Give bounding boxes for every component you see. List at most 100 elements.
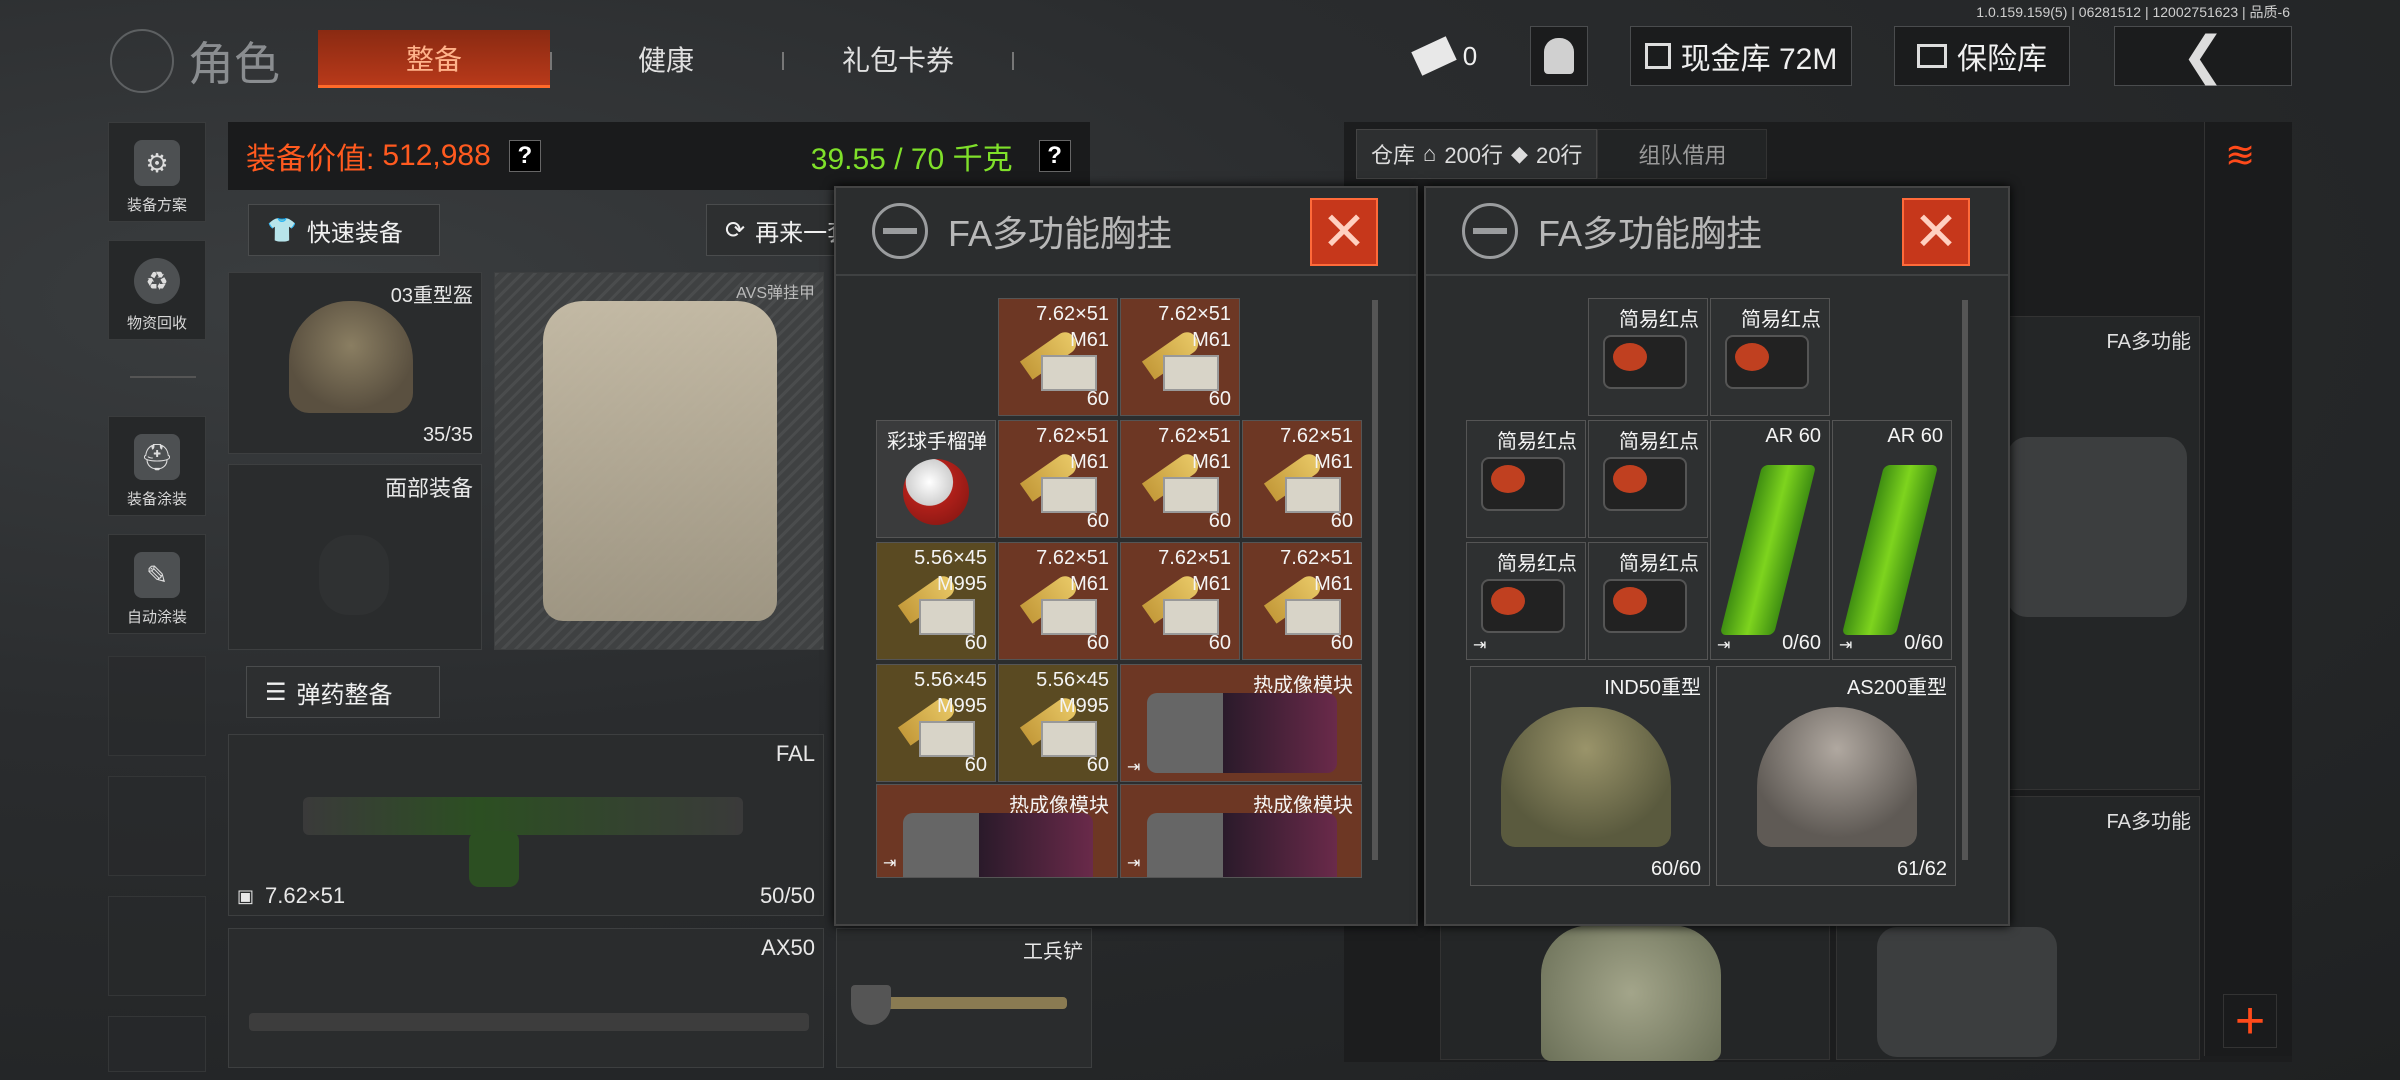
tab-health[interactable]: 健康 bbox=[560, 30, 772, 88]
sidebar-item-auto-paint[interactable]: ✎ 自动涂装 bbox=[108, 534, 206, 634]
item-ammo[interactable]: 7.62×51 M61 60 bbox=[1120, 542, 1240, 660]
trader-button[interactable] bbox=[1530, 26, 1588, 86]
empty-slot bbox=[108, 776, 206, 876]
vest-image bbox=[1877, 927, 2057, 1057]
item-ammo[interactable]: 5.56×45 M995 60 bbox=[998, 664, 1118, 782]
item-red-dot-sight[interactable]: 简易红点 bbox=[1710, 298, 1830, 416]
item-ammo[interactable]: 5.56×45 M995 60 bbox=[876, 542, 996, 660]
unload-icon: ⇥ bbox=[883, 855, 897, 872]
sidebar-item-recycle[interactable]: ♻ 物资回收 bbox=[108, 240, 206, 340]
globe-icon bbox=[872, 203, 928, 259]
backpack-image bbox=[1541, 925, 1721, 1061]
close-button[interactable]: ✕ bbox=[1902, 198, 1970, 266]
item-red-dot-sight[interactable]: 简易红点 bbox=[1466, 420, 1586, 538]
tickets-counter[interactable]: 0 bbox=[1400, 26, 1492, 86]
close-button[interactable]: ✕ bbox=[1310, 198, 1378, 266]
empty-slot bbox=[108, 896, 206, 996]
item-ar-magazine[interactable]: AR 60 ⇥ 0/60 bbox=[1832, 420, 1952, 660]
page-title: 角色 bbox=[110, 28, 280, 94]
item-ammo[interactable]: 7.62×51 M61 60 bbox=[998, 542, 1118, 660]
chest-rig-pocket-right: FA多功能胸挂 ✕ 简易红点 简易红点 简易红点 简易红点 简易红点 ⇥ 简易红点… bbox=[1424, 186, 2010, 926]
weight-help-icon[interactable]: ? bbox=[1038, 140, 1071, 172]
unload-icon: ⇥ bbox=[1839, 637, 1853, 654]
magazine-image bbox=[1841, 465, 1939, 635]
item-ammo[interactable]: 7.62×51 M61 60 bbox=[998, 420, 1118, 538]
rifle-magazine-image bbox=[469, 831, 519, 887]
item-thermal-module[interactable]: 热成像模块 ⇥ bbox=[1120, 664, 1362, 782]
auto-paint-icon: ✎ bbox=[134, 552, 180, 598]
helmet-image bbox=[1501, 707, 1671, 847]
storage-item-backpack[interactable] bbox=[1440, 920, 1830, 1061]
ammo-box-image bbox=[1041, 721, 1097, 757]
ammo-restock-button[interactable]: ☰ 弹药整备 bbox=[246, 666, 440, 718]
face-slot[interactable]: 面部装备 bbox=[228, 464, 482, 650]
ammo-box-image bbox=[1285, 599, 1341, 635]
stack-refresh-icon[interactable]: ≋ bbox=[2225, 134, 2255, 176]
ammo-box-image bbox=[919, 599, 975, 635]
refresh-icon: ⟳ bbox=[725, 216, 746, 244]
item-thermal-module[interactable]: 热成像模块 ⇥ bbox=[876, 784, 1118, 878]
safe-vault-button[interactable]: 保险库 bbox=[1894, 26, 2070, 86]
back-arrow-icon: ❮ bbox=[2181, 27, 2225, 85]
item-red-dot-sight[interactable]: 简易红点 bbox=[1588, 298, 1708, 416]
red-dot-sight-image bbox=[1603, 335, 1687, 389]
tab-team-borrow[interactable]: 组队借用 bbox=[1597, 129, 1768, 179]
item-helmet-as200[interactable]: AS200重型 61/62 bbox=[1716, 666, 1956, 886]
melee-slot[interactable]: 工兵铲 bbox=[836, 928, 1092, 1068]
safe-icon bbox=[1917, 44, 1947, 68]
unload-icon: ⇥ bbox=[1717, 637, 1731, 654]
armor-image bbox=[543, 301, 777, 621]
tab-gift-coupons[interactable]: 礼包卡券 bbox=[792, 30, 1004, 88]
red-dot-sight-image bbox=[1603, 579, 1687, 633]
tab-warehouse[interactable]: 仓库 ⌂ 200行 ◆ 20行 bbox=[1356, 129, 1598, 179]
item-grenade[interactable]: 彩球手榴弹 bbox=[876, 420, 996, 538]
ammo-box-image bbox=[1041, 599, 1097, 635]
item-helmet-ind50[interactable]: IND50重型 60/60 bbox=[1470, 666, 1710, 886]
add-icon[interactable]: + bbox=[2223, 992, 2277, 1050]
red-dot-sight-image bbox=[1725, 335, 1809, 389]
ammo-box-image bbox=[1163, 355, 1219, 391]
item-red-dot-sight[interactable]: 简易红点 ⇥ bbox=[1466, 542, 1586, 660]
primary-weapon-slot[interactable]: FAL ▣ 7.62×51 50/50 bbox=[228, 734, 824, 916]
ammo-box-image bbox=[1041, 477, 1097, 513]
scrollbar[interactable] bbox=[1962, 300, 1968, 860]
tab-equip[interactable]: 整备 bbox=[318, 30, 550, 88]
item-ammo[interactable]: 5.56×45 M995 60 bbox=[876, 664, 996, 782]
item-ar-magazine[interactable]: AR 60 ⇥ 0/60 bbox=[1710, 420, 1830, 660]
equipment-summary: 装备价值: 512,988 ? 39.55 / 70 千克 ? bbox=[228, 122, 1090, 190]
item-thermal-module[interactable]: 热成像模块 ⇥ bbox=[1120, 784, 1362, 878]
helmet-slot[interactable]: 03重型盔 35/35 bbox=[228, 272, 482, 454]
grenade-image bbox=[903, 459, 969, 525]
unload-icon: ⇥ bbox=[1127, 759, 1141, 776]
item-ammo[interactable]: 7.62×51 M61 60 bbox=[1120, 298, 1240, 416]
item-ammo[interactable]: 7.62×51 M61 60 bbox=[1242, 542, 1362, 660]
back-button[interactable]: ❮ bbox=[2114, 26, 2292, 86]
sidebar-item-loadout[interactable]: ⚙ 装备方案 bbox=[108, 122, 206, 222]
mask-placeholder-icon bbox=[319, 535, 389, 615]
armor-slot[interactable]: AVS弹挂甲 bbox=[494, 272, 824, 650]
red-dot-sight-image bbox=[1603, 457, 1687, 511]
item-ammo[interactable]: 7.62×51 M61 60 bbox=[1242, 420, 1362, 538]
globe-icon bbox=[110, 29, 174, 93]
home-icon: ⌂ bbox=[1423, 141, 1437, 166]
storage-tabs: 仓库 ⌂ 200行 ◆ 20行 组队借用 bbox=[1356, 129, 1768, 179]
item-ammo[interactable]: 7.62×51 M61 60 bbox=[1120, 420, 1240, 538]
storage-side-strip: ≋ + bbox=[2204, 122, 2292, 1056]
item-red-dot-sight[interactable]: 简易红点 bbox=[1588, 542, 1708, 660]
close-icon: ✕ bbox=[1913, 202, 1959, 262]
thermal-module-image bbox=[1147, 813, 1337, 877]
item-ammo[interactable]: 7.62×51 M61 60 bbox=[998, 298, 1118, 416]
cash-vault-button[interactable]: 现金库 72M bbox=[1630, 26, 1852, 86]
quick-equip-button[interactable]: 👕 快速装备 bbox=[248, 204, 440, 256]
ammo-box-image bbox=[1285, 477, 1341, 513]
ammo-box-image bbox=[1041, 355, 1097, 391]
sidebar-item-paint[interactable]: ⛑ 装备涂装 bbox=[108, 416, 206, 516]
scrollbar[interactable] bbox=[1372, 300, 1378, 860]
helmet-image bbox=[289, 301, 413, 413]
red-dot-sight-image bbox=[1481, 579, 1565, 633]
secondary-weapon-slot[interactable]: AX50 bbox=[228, 928, 824, 1068]
equip-again-button[interactable]: ⟳ 再来一套 bbox=[706, 204, 846, 256]
red-dot-sight-image bbox=[1481, 457, 1565, 511]
item-red-dot-sight[interactable]: 简易红点 bbox=[1588, 420, 1708, 538]
value-help-icon[interactable]: ? bbox=[508, 140, 541, 172]
